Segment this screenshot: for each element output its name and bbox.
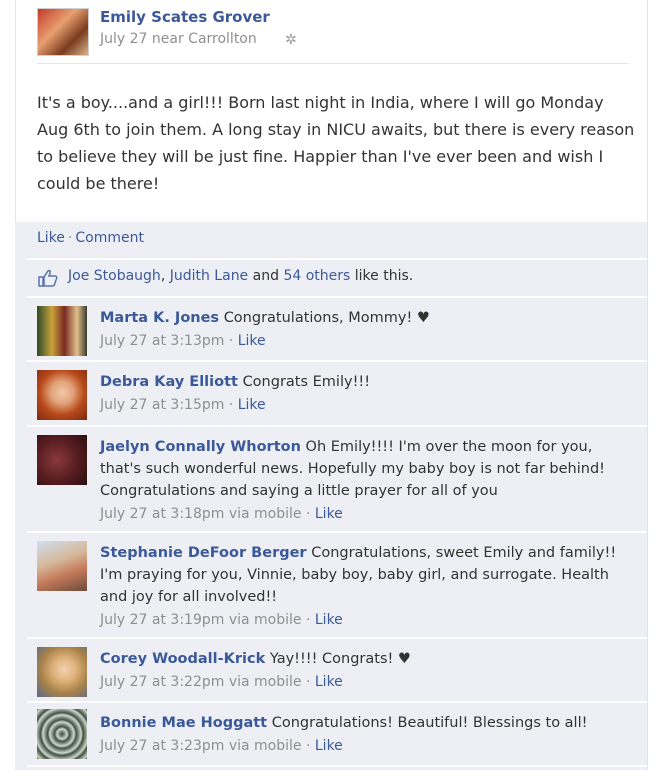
comment-body: Corey Woodall-Krick Yay!!!! Congrats! ♥ bbox=[100, 648, 620, 670]
commenter-name-link[interactable]: Marta K. Jones bbox=[100, 310, 219, 326]
comment-body: Stephanie DeFoor Berger Congratulations,… bbox=[100, 542, 620, 608]
comment-time: July 27 at 3:22pm bbox=[100, 674, 225, 690]
commenter-name-link[interactable]: Stephanie DeFoor Berger bbox=[100, 545, 307, 561]
liker-link[interactable]: Judith Lane bbox=[170, 268, 248, 284]
comment-time: July 27 at 3:23pm bbox=[100, 738, 225, 754]
page-margin-right bbox=[647, 0, 665, 770]
comment-text: Congrats Emily!!! bbox=[242, 374, 371, 390]
row-divider bbox=[27, 701, 647, 703]
author-avatar[interactable] bbox=[37, 8, 89, 56]
commenter-name-link[interactable]: Bonnie Mae Hoggatt bbox=[100, 715, 267, 731]
comment-time: July 27 at 3:18pm bbox=[100, 506, 225, 522]
comment-like-link[interactable]: Like bbox=[315, 738, 343, 754]
row-divider bbox=[27, 296, 647, 298]
post-meta: July 27 near Carrollton bbox=[100, 31, 257, 47]
comment-meta: July 27 at 3:19pm via mobile · Like bbox=[100, 612, 343, 628]
comment-like-link[interactable]: Like bbox=[315, 674, 343, 690]
comment-body: Debra Kay Elliott Congrats Emily!!! bbox=[100, 371, 620, 393]
page-margin-left bbox=[0, 0, 15, 770]
comment-meta: July 27 at 3:13pm · Like bbox=[100, 333, 266, 349]
comment-like-link[interactable]: Like bbox=[238, 397, 266, 413]
row-divider bbox=[27, 258, 647, 260]
action-separator: · bbox=[67, 230, 73, 246]
commenter-name-link[interactable]: Jaelyn Connally Whorton bbox=[100, 439, 301, 455]
row-divider bbox=[27, 531, 647, 533]
likes-and: and bbox=[252, 268, 279, 284]
row-divider bbox=[27, 637, 647, 639]
row-divider bbox=[27, 360, 647, 362]
avatar[interactable] bbox=[37, 647, 87, 697]
avatar[interactable] bbox=[37, 709, 87, 759]
post-message: It's a boy....and a girl!!! Born last ni… bbox=[37, 93, 635, 193]
comment-via: via mobile bbox=[228, 738, 302, 754]
others-link[interactable]: 54 others bbox=[283, 268, 350, 284]
comment-meta: July 27 at 3:18pm via mobile · Like bbox=[100, 506, 343, 522]
comment-meta: July 27 at 3:22pm via mobile · Like bbox=[100, 674, 343, 690]
comment-via: via mobile bbox=[228, 674, 302, 690]
author-name-link[interactable]: Emily Scates Grover bbox=[100, 8, 270, 26]
likes-sentence: Joe Stobaugh, Judith Lane and 54 others … bbox=[68, 268, 413, 284]
row-divider bbox=[27, 425, 647, 427]
comment-like-link[interactable]: Like bbox=[238, 333, 266, 349]
commenter-name-link[interactable]: Corey Woodall-Krick bbox=[100, 651, 265, 667]
thumbs-up-icon bbox=[38, 269, 58, 287]
gear-icon[interactable]: ✲ bbox=[285, 32, 297, 48]
commenter-name-link[interactable]: Debra Kay Elliott bbox=[100, 374, 238, 390]
comment-time: July 27 at 3:19pm bbox=[100, 612, 225, 628]
comment-time: July 27 at 3:15pm bbox=[100, 397, 225, 413]
header-divider bbox=[37, 63, 629, 64]
post-actions: Like · Comment bbox=[37, 230, 144, 246]
comment-time: July 27 at 3:13pm bbox=[100, 333, 225, 349]
comment-link[interactable]: Comment bbox=[75, 230, 144, 246]
avatar[interactable] bbox=[37, 306, 87, 356]
comment-meta: July 27 at 3:15pm · Like bbox=[100, 397, 266, 413]
comment-meta: July 27 at 3:23pm via mobile · Like bbox=[100, 738, 343, 754]
row-divider bbox=[27, 765, 647, 767]
avatar[interactable] bbox=[37, 435, 87, 485]
comment-body: Jaelyn Connally Whorton Oh Emily!!!! I'm… bbox=[100, 436, 620, 502]
comment-text: Yay!!!! Congrats! ♥ bbox=[269, 651, 411, 667]
comment-text: Congratulations, Mommy! ♥ bbox=[223, 310, 430, 326]
comment-body: Bonnie Mae Hoggatt Congratulations! Beau… bbox=[100, 712, 620, 734]
comment-via: via mobile bbox=[228, 612, 302, 628]
liker-link[interactable]: Joe Stobaugh bbox=[68, 268, 161, 284]
comment-like-link[interactable]: Like bbox=[315, 506, 343, 522]
comment-like-link[interactable]: Like bbox=[315, 612, 343, 628]
comment-via: via mobile bbox=[228, 506, 302, 522]
likes-comma: , bbox=[160, 268, 166, 284]
likes-suffix: like this. bbox=[354, 268, 414, 284]
avatar[interactable] bbox=[37, 541, 87, 591]
like-link[interactable]: Like bbox=[37, 230, 65, 246]
comment-text: Congratulations! Beautiful! Blessings to… bbox=[271, 715, 588, 731]
comment-body: Marta K. Jones Congratulations, Mommy! ♥ bbox=[100, 307, 620, 329]
avatar[interactable] bbox=[37, 370, 87, 420]
